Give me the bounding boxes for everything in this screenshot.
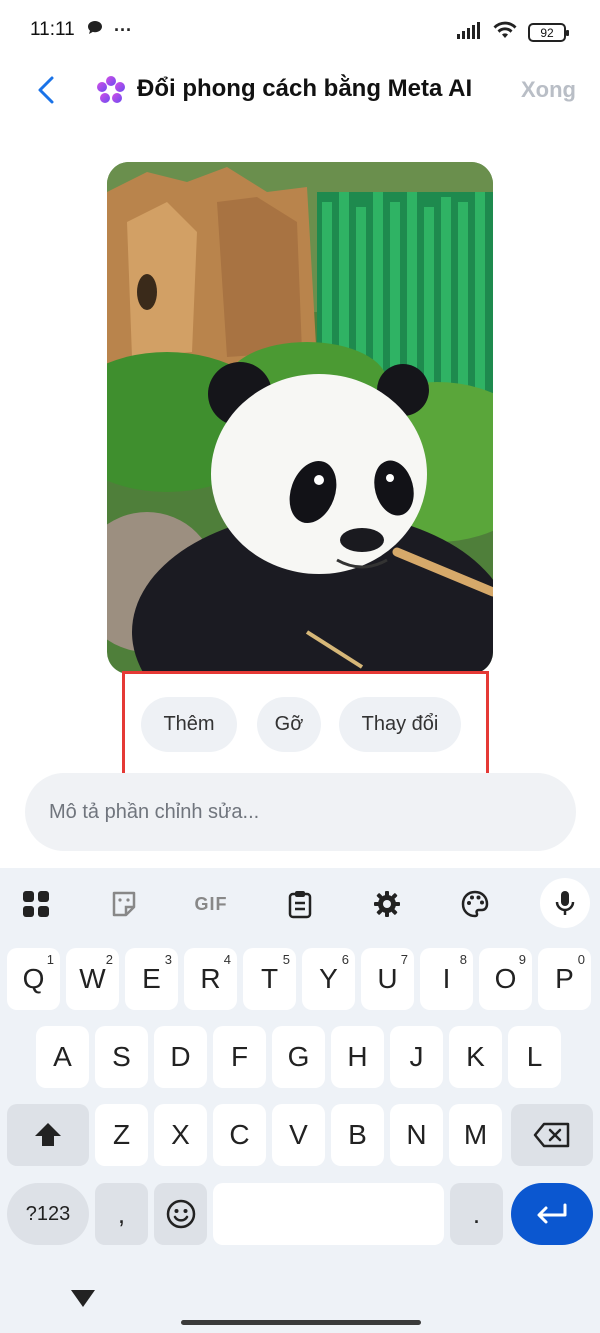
status-bar: 11:11 ··· 92 [0,0,600,60]
key-x[interactable]: X [154,1104,207,1166]
status-time: 11:11 [30,19,75,40]
palette-icon[interactable] [453,882,497,926]
key-k[interactable]: K [449,1026,502,1088]
space-key[interactable] [213,1183,444,1245]
key-h[interactable]: H [331,1026,384,1088]
shift-key[interactable] [7,1104,89,1166]
comma-key[interactable]: , [95,1183,148,1245]
key-g[interactable]: G [272,1026,325,1088]
key-c[interactable]: C [213,1104,266,1166]
emoji-key[interactable] [154,1183,207,1245]
emoji-icon [166,1199,195,1229]
hide-keyboard-button[interactable] [68,1286,98,1310]
mic-icon [555,891,575,915]
gif-button[interactable]: GIF [189,882,233,926]
key-d[interactable]: D [154,1026,207,1088]
meta-ai-sparkle-icon [97,76,125,103]
key-l[interactable]: L [508,1026,561,1088]
chip-add[interactable]: Thêm [141,697,237,752]
header: Đổi phong cách bằng Meta AI Xong [0,60,600,120]
edit-description-input[interactable] [25,773,576,851]
more-notifications-text: ··· [114,20,132,40]
back-button[interactable] [28,72,64,108]
wifi-icon [492,20,518,45]
key-i[interactable]: I8 [420,948,473,1010]
key-n[interactable]: N [390,1104,443,1166]
backspace-icon [533,1122,570,1148]
key-p[interactable]: P0 [538,948,591,1010]
apps-icon[interactable] [14,882,58,926]
edit-description-field[interactable] [25,773,576,851]
battery-indicator: 92 [528,23,569,42]
settings-icon[interactable] [365,882,409,926]
clipboard-icon[interactable] [278,882,322,926]
chip-remove[interactable]: Gỡ [257,697,321,752]
sticker-icon[interactable] [102,882,146,926]
key-q[interactable]: Q1 [7,948,60,1010]
keyboard: GIF Q1 W2 E3 R4 T5 Y6 U7 I8 O9 P0 A S D … [0,868,600,1333]
key-a[interactable]: A [36,1026,89,1088]
backspace-key[interactable] [511,1104,593,1166]
enter-icon [537,1203,567,1224]
key-j[interactable]: J [390,1026,443,1088]
key-u[interactable]: U7 [361,948,414,1010]
page-title: Đổi phong cách bằng Meta AI [137,75,473,102]
key-o[interactable]: O9 [479,948,532,1010]
symbols-key[interactable]: ?123 [7,1183,89,1245]
done-button[interactable]: Xong [521,77,576,103]
enter-key[interactable] [511,1183,593,1245]
period-key[interactable]: . [450,1183,503,1245]
chip-change[interactable]: Thay đổi [339,697,461,752]
mic-button[interactable] [540,878,590,928]
panda-photo [107,162,493,674]
key-f[interactable]: F [213,1026,266,1088]
chevron-left-icon [38,76,54,104]
key-v[interactable]: V [272,1104,325,1166]
key-e[interactable]: E3 [125,948,178,1010]
key-w[interactable]: W2 [66,948,119,1010]
shift-icon [35,1123,61,1146]
key-z[interactable]: Z [95,1104,148,1166]
key-r[interactable]: R4 [184,948,237,1010]
key-t[interactable]: T5 [243,948,296,1010]
system-nav-area [0,1270,600,1333]
triangle-down-icon [71,1290,95,1307]
key-y[interactable]: Y6 [302,948,355,1010]
edit-suggestion-chips: Thêm Gỡ Thay đổi [122,671,489,777]
home-indicator[interactable] [181,1320,421,1325]
chat-notification-icon [86,19,104,42]
key-s[interactable]: S [95,1026,148,1088]
signal-icon [456,21,482,44]
key-m[interactable]: M [449,1104,502,1166]
key-b[interactable]: B [331,1104,384,1166]
